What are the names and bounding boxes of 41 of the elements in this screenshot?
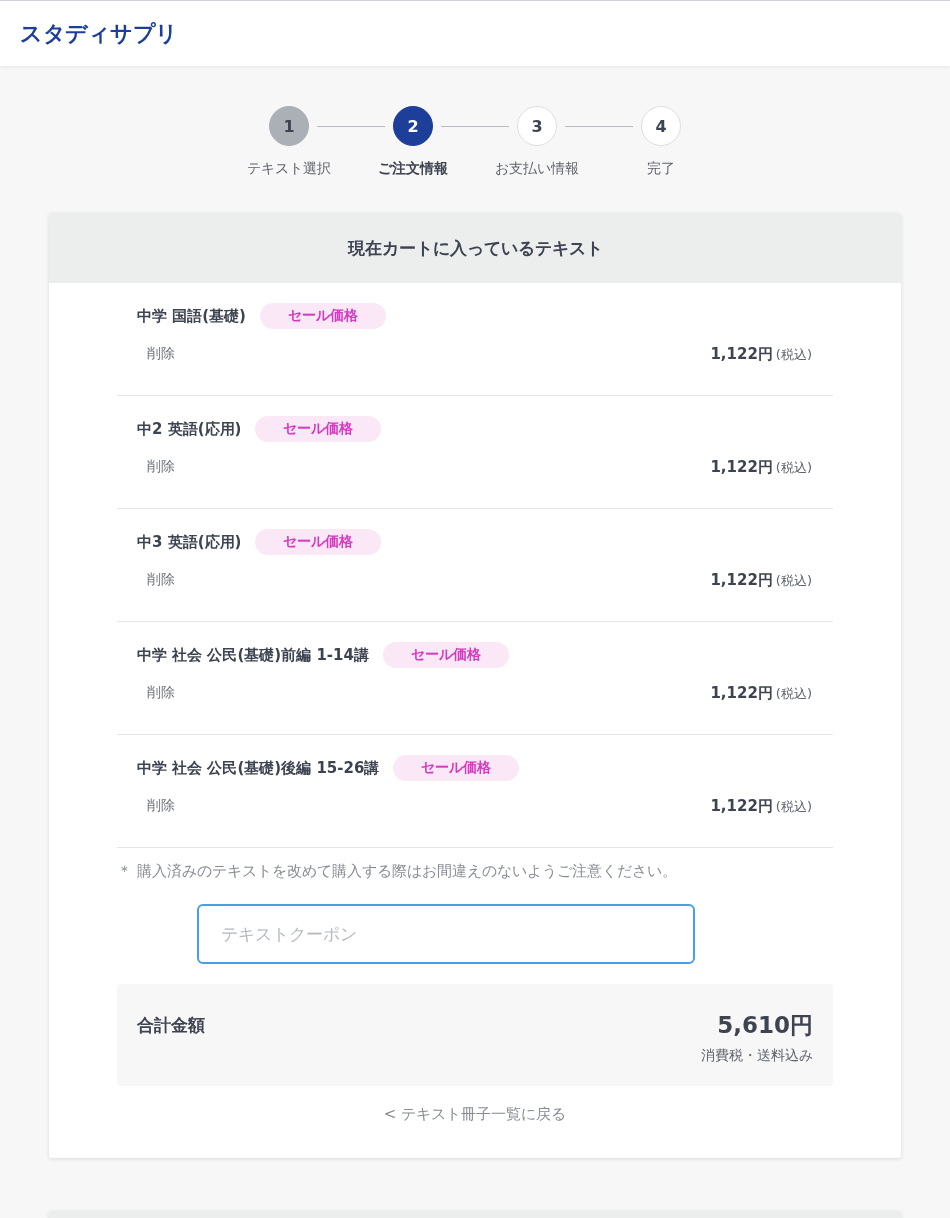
remove-link[interactable]: 削除 (147, 345, 175, 363)
remove-link[interactable]: 削除 (147, 797, 175, 815)
remove-link[interactable]: 削除 (147, 458, 175, 476)
tax-note: (税込) (775, 345, 812, 364)
total-note: 消費税・送料込み (701, 1047, 813, 1065)
notice-text: ＊ 購入済みのテキストを改めて購入する際はお間違えのないようご注意ください。 (117, 862, 678, 881)
sale-badge: セール価格 (255, 416, 382, 442)
tax-note: (税込) (775, 571, 812, 590)
item-name: 中2 英語(応用) (137, 419, 242, 439)
step-label: ご注文情報 (378, 160, 448, 178)
sale-badge: セール価格 (255, 529, 382, 555)
step-number: 4 (641, 106, 681, 146)
item-price: 1,122円 (710, 344, 773, 364)
item-price: 1,122円 (710, 570, 773, 590)
tax-note: (税込) (775, 458, 812, 477)
coupon-field[interactable]: テキストクーポン (197, 904, 695, 964)
step-number: 3 (517, 106, 557, 146)
remove-link[interactable]: 削除 (147, 571, 175, 589)
tax-note: (税込) (775, 684, 812, 703)
item-name: 中学 国語(基礎) (137, 306, 246, 326)
total-amount: 5,610円 (717, 1011, 813, 1040)
item-price: 1,122円 (710, 457, 773, 477)
logo[interactable]: スタディサプリ (20, 18, 178, 49)
item-name: 中学 社会 公民(基礎)前編 1-14講 (137, 645, 369, 665)
sale-badge: セール価格 (259, 303, 386, 329)
item-price: 1,122円 (710, 796, 773, 816)
item-name: 中学 社会 公民(基礎)後編 15-26講 (137, 758, 380, 778)
sale-badge: セール価格 (382, 642, 509, 668)
step-label: 完了 (647, 160, 675, 178)
step-number: 2 (393, 106, 433, 146)
back-link[interactable]: < テキスト冊子一覧に戻る (383, 1105, 567, 1124)
card-title: 現在カートに入っているテキスト (347, 236, 603, 260)
step-label: テキスト選択 (247, 160, 331, 178)
remove-link[interactable]: 削除 (147, 684, 175, 702)
total-label: 合計金額 (137, 1014, 205, 1037)
step-number: 1 (269, 106, 309, 146)
step-label: お支払い情報 (495, 160, 579, 178)
tax-note: (税込) (775, 797, 812, 816)
sale-badge: セール価格 (393, 755, 520, 781)
item-price: 1,122円 (710, 683, 773, 703)
item-name: 中3 英語(応用) (137, 532, 242, 552)
